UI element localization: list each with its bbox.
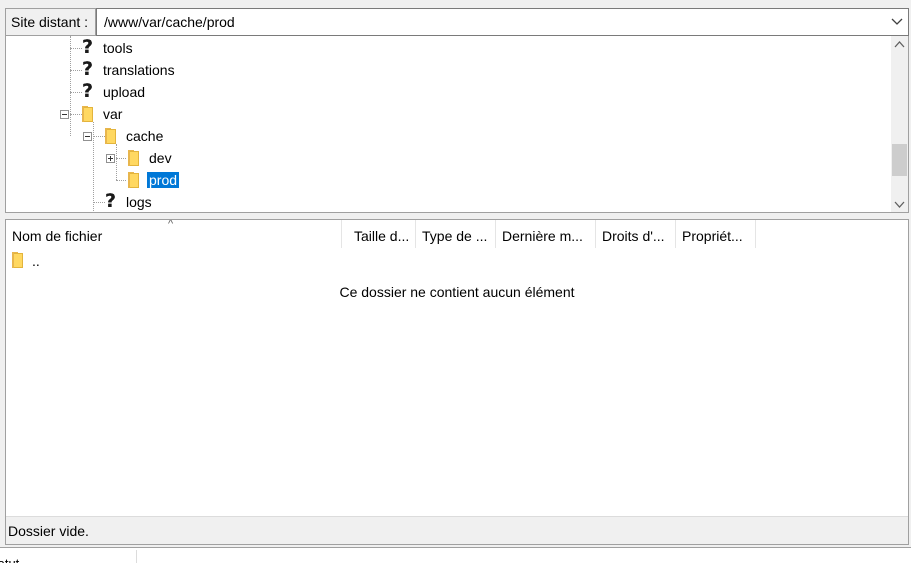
column-modified[interactable]: Dernière m... [496, 220, 596, 248]
column-size[interactable]: Taille d... [348, 220, 416, 248]
tree-item-logs[interactable]: ? logs [6, 190, 886, 212]
question-icon: ? [80, 36, 94, 58]
tree-item-label: translations [103, 62, 175, 78]
scroll-thumb[interactable] [892, 144, 907, 176]
question-icon: ? [80, 58, 94, 80]
chevron-down-icon[interactable] [890, 13, 904, 31]
tree-item-tools[interactable]: ? tools [6, 37, 886, 59]
tree-item-cache[interactable]: cache [6, 125, 886, 147]
scroll-down-icon[interactable] [891, 196, 908, 213]
tree-item-dev[interactable]: dev [6, 147, 886, 169]
tree-item-var[interactable]: var [6, 103, 886, 125]
folder-icon [128, 172, 139, 188]
tree-item-label: prod [147, 172, 180, 188]
remote-path-value: /www/var/cache/prod [104, 14, 235, 30]
collapse-icon[interactable] [83, 132, 92, 141]
tree-item-prod[interactable]: prod [6, 169, 886, 191]
folder-icon [12, 252, 23, 268]
column-type[interactable]: Type de ... [416, 220, 496, 248]
column-owner[interactable]: Propriét... [676, 220, 756, 248]
bottom-status-bar: tatut [0, 547, 911, 563]
bottom-status-label: tatut [0, 556, 19, 563]
parent-directory-label: .. [32, 253, 40, 269]
file-list-status: Dossier vide. [6, 516, 908, 544]
folder-icon [105, 128, 116, 144]
collapse-icon[interactable] [60, 110, 69, 119]
folder-icon [82, 106, 93, 122]
tree-item-label: tools [103, 40, 133, 56]
remote-file-list[interactable]: ^ Nom de fichier Taille d... Type de ...… [5, 219, 909, 545]
remote-path-input[interactable]: /www/var/cache/prod [96, 8, 909, 36]
question-icon: ? [103, 190, 117, 212]
tree-item-translations[interactable]: ? translations [6, 59, 886, 81]
scroll-up-icon[interactable] [891, 36, 908, 53]
divider [136, 550, 137, 563]
tree-item-label: cache [126, 128, 164, 144]
folder-icon [128, 150, 139, 166]
tree-item-label: upload [103, 84, 146, 100]
question-icon: ? [80, 80, 94, 102]
tree-item-label: var [103, 106, 123, 122]
tree-item-upload[interactable]: ? upload [6, 81, 886, 103]
expand-icon[interactable] [106, 154, 115, 163]
tree-scrollbar[interactable] [891, 36, 908, 213]
remote-site-bar: Site distant : /www/var/cache/prod [0, 0, 911, 38]
file-list-header: ^ Nom de fichier Taille d... Type de ...… [6, 220, 908, 248]
remote-directory-tree[interactable]: ? tools ? translations ? upload var cach… [5, 36, 909, 213]
tree-item-label: logs [126, 194, 152, 210]
remote-site-label: Site distant : [5, 8, 96, 36]
column-permissions[interactable]: Droits d'... [596, 220, 676, 248]
tree-item-label: dev [149, 150, 172, 166]
column-filename[interactable]: Nom de fichier [6, 220, 342, 248]
empty-folder-message: Ce dossier ne contient aucun élément [339, 284, 575, 300]
